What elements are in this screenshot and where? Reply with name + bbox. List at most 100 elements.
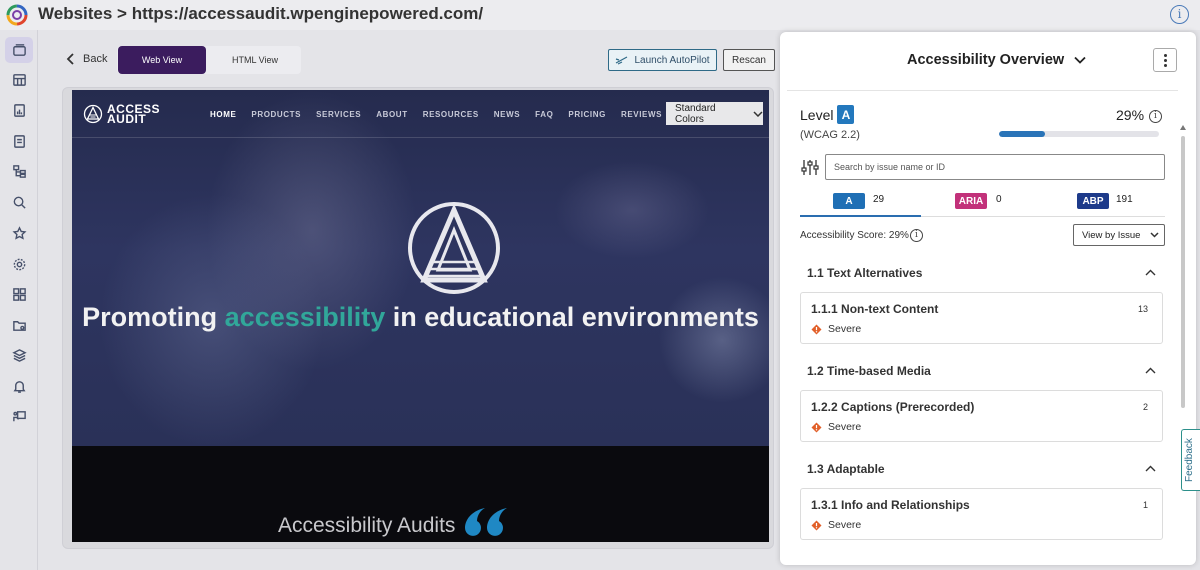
filter-sliders-icon[interactable]: [801, 159, 819, 176]
apps-icon[interactable]: [5, 281, 33, 307]
level-badge: A: [837, 105, 855, 124]
rescan-button[interactable]: Rescan: [723, 49, 775, 71]
issue-card[interactable]: 1.3.1 Info and Relationships 1 Severe: [800, 488, 1163, 540]
section-title: Accessibility Audits: [278, 514, 456, 537]
tab-level-a-count: 29: [873, 194, 885, 205]
issue-card[interactable]: 1.1.1 Non-text Content 13 Severe: [800, 292, 1163, 344]
breadcrumb: Websites > https://accessaudit.wpenginep…: [38, 4, 484, 23]
report-icon[interactable]: [5, 97, 33, 123]
autopilot-icon: [616, 56, 628, 65]
site-nav-pricing[interactable]: PRICING: [568, 110, 606, 119]
site-logo[interactable]: ACCESS AUDIT: [83, 103, 160, 125]
hero-title-accent: accessibility: [224, 302, 386, 332]
back-button[interactable]: Back: [66, 53, 107, 65]
severity-diamond-icon: [811, 324, 822, 334]
left-nav-rail: [0, 30, 38, 570]
group-heading[interactable]: 1.2 Time-based Media: [807, 364, 931, 378]
site-nav-faq[interactable]: FAQ: [535, 110, 553, 119]
sitemap-icon[interactable]: [5, 158, 33, 184]
issue-title: 1.1.1 Non-text Content: [811, 302, 939, 316]
top-bar: Websites > https://accessaudit.wpenginep…: [0, 0, 1200, 30]
info-icon[interactable]: i: [1149, 110, 1162, 123]
issue-title: 1.3.1 Info and Relationships: [811, 498, 970, 512]
color-scheme-value: Standard Colors: [675, 102, 716, 125]
info-icon[interactable]: i: [1170, 5, 1189, 24]
folder-icon[interactable]: [5, 312, 33, 338]
feedback-label: Feedback: [1184, 438, 1195, 482]
tab-abp[interactable]: ABP: [1077, 193, 1109, 209]
site-nav-products[interactable]: PRODUCTS: [251, 110, 301, 119]
launch-autopilot-button[interactable]: Launch AutoPilot: [608, 49, 717, 71]
calendar-icon[interactable]: [5, 66, 33, 92]
site-nav-resources[interactable]: RESOURCES: [423, 110, 479, 119]
site-nav-home[interactable]: HOME: [210, 110, 236, 119]
score-percent: 29%: [1116, 107, 1145, 123]
search-scan-icon[interactable]: [5, 189, 33, 215]
group-heading[interactable]: 1.3 Adaptable: [807, 462, 885, 476]
severity-diamond-icon: [811, 520, 822, 530]
scrollbar-thumb[interactable]: [1181, 136, 1185, 408]
group-heading[interactable]: 1.1 Text Alternatives: [807, 266, 922, 280]
view-by-value: View by Issue: [1082, 229, 1141, 241]
swirl-logo-icon[interactable]: [6, 4, 28, 26]
level-label: Level A: [800, 105, 855, 124]
chevron-down-icon: [753, 110, 763, 117]
panel-scrollbar[interactable]: [1179, 136, 1186, 556]
tab-level-a[interactable]: A: [833, 193, 865, 209]
issue-count: 1: [1142, 500, 1148, 510]
bell-icon[interactable]: [5, 373, 33, 399]
chevron-down-icon: [1150, 232, 1159, 238]
chevron-up-icon[interactable]: [1145, 465, 1156, 472]
launch-autopilot-label: Launch AutoPilot: [634, 54, 710, 66]
accessibility-score: Accessibility Score: 29%: [800, 230, 909, 241]
info-icon[interactable]: i: [910, 229, 923, 242]
site-nav-about[interactable]: ABOUT: [376, 110, 407, 119]
star-icon[interactable]: [5, 220, 33, 246]
severity-badge: Severe: [811, 519, 861, 531]
layers-icon[interactable]: [5, 342, 33, 368]
tab-aria[interactable]: ARIA: [955, 193, 987, 209]
website-preview[interactable]: ACCESS AUDIT HOME PRODUCTS SERVICES ABOU…: [72, 90, 769, 542]
settings-icon[interactable]: [5, 251, 33, 277]
more-options-icon[interactable]: [1153, 48, 1177, 72]
document-icon[interactable]: [5, 128, 33, 154]
panel-title-dropdown[interactable]: Accessibility Overview: [907, 52, 1086, 68]
web-view-button[interactable]: Web View: [118, 46, 206, 74]
severity-badge: Severe: [811, 323, 861, 335]
active-tab-indicator: [800, 215, 921, 217]
view-by-select[interactable]: View by Issue: [1073, 224, 1165, 246]
level-text: Level: [800, 106, 834, 123]
issue-count: 13: [1137, 304, 1148, 314]
hero-title: Promoting accessibility in educational e…: [72, 302, 769, 333]
level-tabs: A 29 ARIA 0 ABP 191: [800, 189, 1165, 217]
severity-label: Severe: [828, 421, 862, 433]
tab-abp-count: 191: [1116, 194, 1133, 205]
issue-count: 2: [1142, 402, 1148, 412]
site-nav-news[interactable]: NEWS: [494, 110, 520, 119]
site-nav-services[interactable]: SERVICES: [316, 110, 361, 119]
site-nav-reviews[interactable]: REVIEWS: [621, 110, 662, 119]
panel-content: Level A (WCAG 2.2) 29% i A 29 ARIA 0 ABP…: [787, 90, 1178, 548]
chevron-up-icon[interactable]: [1145, 269, 1156, 276]
severity-label: Severe: [828, 519, 862, 531]
site-nav-links: HOME PRODUCTS SERVICES ABOUT RESOURCES N…: [210, 110, 690, 119]
issue-search-input[interactable]: [825, 154, 1165, 180]
hero-title-end: in educational environments: [385, 302, 759, 332]
html-view-button[interactable]: HTML View: [212, 46, 298, 74]
chevron-down-icon: [1074, 56, 1086, 64]
hero-title-start: Promoting: [82, 302, 225, 332]
wcag-version: (WCAG 2.2): [800, 129, 860, 141]
color-scheme-select[interactable]: Standard Colors: [666, 102, 763, 125]
browser-icon[interactable]: [5, 37, 33, 63]
feedback-tab[interactable]: Feedback: [1181, 429, 1200, 491]
issue-card[interactable]: 1.2.2 Captions (Prerecorded) 2 Severe: [800, 390, 1163, 442]
panel-title: Accessibility Overview: [907, 52, 1065, 68]
access-audit-logo-icon: [83, 104, 103, 124]
presentation-icon[interactable]: [5, 403, 33, 429]
access-audit-emblem-icon: [408, 202, 500, 294]
score-progress-fill: [999, 131, 1046, 137]
severity-diamond-icon: [811, 422, 822, 432]
site-nav: ACCESS AUDIT HOME PRODUCTS SERVICES ABOU…: [72, 90, 769, 138]
chevron-up-icon[interactable]: [1145, 367, 1156, 374]
scroll-up-arrow[interactable]: [1180, 125, 1186, 130]
